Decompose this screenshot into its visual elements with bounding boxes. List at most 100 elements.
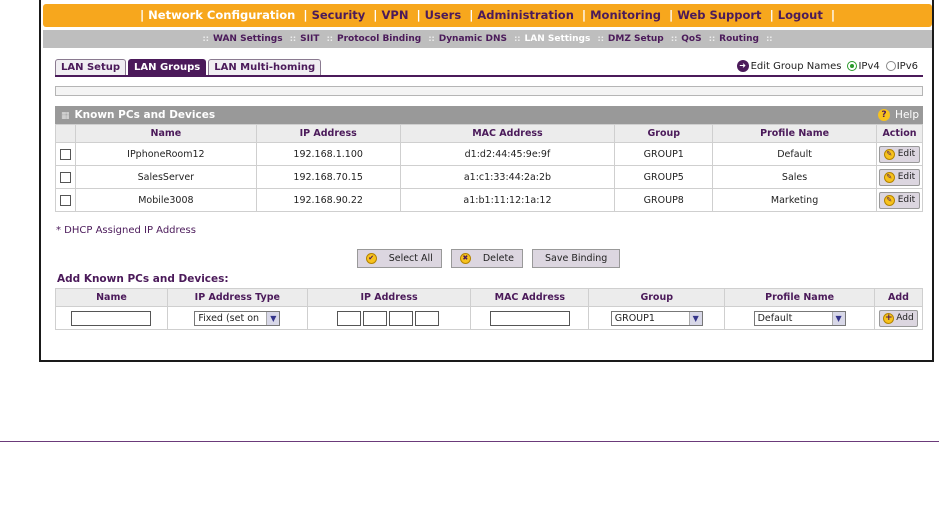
edit-label: Edit <box>897 195 916 205</box>
row-checkbox[interactable] <box>59 171 71 183</box>
add-button[interactable]: + Add <box>879 309 918 327</box>
arrow-right-icon[interactable]: ➜ <box>736 60 749 72</box>
delete-label: Delete <box>482 253 515 264</box>
name-input[interactable] <box>71 310 152 326</box>
add-device-table: Name IP Address Type IP Address MAC Addr… <box>55 288 923 330</box>
row-checkbox[interactable] <box>59 148 71 160</box>
nav-network-configuration[interactable]: Network Configuration <box>148 8 295 22</box>
save-binding-button[interactable]: Save Binding <box>532 249 621 268</box>
ipv6-radio[interactable] <box>885 61 896 71</box>
ip-type-select[interactable]: Fixed (set on ▼ <box>194 310 281 326</box>
check-icon: ✔ <box>365 253 377 264</box>
nav-monitoring[interactable]: Monitoring <box>590 8 661 22</box>
ipv6-label: IPv6 <box>896 60 918 72</box>
subnav-qos[interactable]: QoS <box>681 34 701 44</box>
ipv4-radio[interactable] <box>847 61 858 71</box>
tab-lan-groups[interactable]: LAN Groups <box>128 59 207 75</box>
delete-icon: ✖ <box>459 253 471 264</box>
device-profile: Marketing <box>712 188 877 212</box>
nav-security[interactable]: Security <box>312 8 366 22</box>
chevron-down-icon: ▼ <box>831 311 845 325</box>
group-select[interactable]: GROUP1 ▼ <box>610 310 703 326</box>
ip-octet-3-input[interactable] <box>389 310 414 326</box>
mac-address-input[interactable] <box>489 310 570 326</box>
column-header: Group <box>614 124 714 143</box>
edit-label: Edit <box>897 149 916 159</box>
nav-vpn[interactable]: VPN <box>382 8 409 22</box>
subnav-wan-settings[interactable]: WAN Settings <box>213 34 283 44</box>
nav-web-support[interactable]: Web Support <box>677 8 761 22</box>
device-group: GROUP1 <box>614 142 714 166</box>
nav-administration[interactable]: Administration <box>477 8 574 22</box>
add-device-row: Fixed (set on ▼ GROUP1 ▼ Default ▼ + Add <box>55 306 923 330</box>
device-mac: a1:b1:11:12:1a:12 <box>399 188 616 212</box>
delete-button[interactable]: ✖ Delete <box>450 249 524 268</box>
pencil-icon: ✎ <box>883 171 895 183</box>
help-link[interactable]: ? Help <box>878 106 919 124</box>
subnav-lan-settings[interactable]: LAN Settings <box>525 34 591 44</box>
column-header: Add <box>874 288 923 307</box>
column-header: Profile Name <box>724 288 875 307</box>
device-name: IPphoneRoom12 <box>74 142 257 166</box>
row-checkbox[interactable] <box>59 194 71 206</box>
edit-button[interactable]: ✎ Edit <box>878 145 921 163</box>
known-devices-header: ▦ Known PCs and Devices ? Help <box>55 106 923 124</box>
edit-button[interactable]: ✎ Edit <box>878 168 921 186</box>
device-ip: 192.168.90.22 <box>255 188 401 212</box>
device-profile: Sales <box>712 165 877 189</box>
ip-octet-2-input[interactable] <box>363 310 388 326</box>
subnav-protocol-binding[interactable]: Protocol Binding <box>337 34 421 44</box>
device-name: SalesServer <box>74 165 257 189</box>
view-options: ➜ Edit Group Names IPv4 IPv6 <box>736 60 918 72</box>
tab-lan-setup[interactable]: LAN Setup <box>55 59 127 75</box>
device-profile: Default <box>712 142 877 166</box>
dhcp-note: * DHCP Assigned IP Address <box>56 225 196 236</box>
pencil-icon: ✎ <box>883 148 895 160</box>
nav-users[interactable]: Users <box>425 8 462 22</box>
nav-logout[interactable]: Logout <box>778 8 823 22</box>
device-mac: d1:d2:44:45:9e:9f <box>399 142 616 166</box>
select-all-label: Select All <box>388 253 433 264</box>
subnav-dmz-setup[interactable]: DMZ Setup <box>608 34 664 44</box>
profile-value: Default <box>757 312 793 324</box>
grid-icon: ▦ <box>61 111 70 121</box>
add-devices-title: Add Known PCs and Devices: <box>57 273 229 285</box>
device-mac: a1:c1:33:44:2a:2b <box>399 165 616 189</box>
device-group: GROUP8 <box>614 188 714 212</box>
chevron-down-icon: ▼ <box>688 311 702 325</box>
tab-lan-multi-homing[interactable]: LAN Multi-homing <box>208 59 322 75</box>
table-row: Mobile3008 192.168.90.22 a1:b1:11:12:1a:… <box>55 188 924 212</box>
edit-button[interactable]: ✎ Edit <box>878 191 921 209</box>
ip-octet-1-input[interactable] <box>337 310 362 326</box>
known-devices-title: Known PCs and Devices <box>74 109 216 121</box>
column-header: IP Address <box>306 288 472 307</box>
save-binding-label: Save Binding <box>545 253 608 264</box>
device-name: Mobile3008 <box>74 188 257 212</box>
tab-bar: LAN Setup LAN Groups LAN Multi-homing <box>55 59 323 75</box>
column-header: Action <box>875 124 924 143</box>
edit-group-names-link[interactable]: Edit Group Names <box>751 61 842 72</box>
subnav-dynamic-dns[interactable]: Dynamic DNS <box>439 34 507 44</box>
select-all-button[interactable]: ✔ Select All <box>356 249 442 268</box>
chevron-down-icon: ▼ <box>266 311 280 325</box>
subnav-siit[interactable]: SIIT <box>300 34 319 44</box>
tab-underline <box>55 75 923 77</box>
table-header-row: Name IP Address MAC Address Group Profil… <box>55 124 924 143</box>
column-header: MAC Address <box>470 288 590 307</box>
table-header-row: Name IP Address Type IP Address MAC Addr… <box>55 288 923 307</box>
pencil-icon: ✎ <box>883 194 895 206</box>
action-buttons: ✔ Select All ✖ Delete Save Binding <box>41 249 936 268</box>
ip-type-value: Fixed (set on <box>198 312 260 324</box>
subnav-routing[interactable]: Routing <box>719 34 759 44</box>
column-header: Name <box>74 124 257 143</box>
device-ip: 192.168.1.100 <box>255 142 401 166</box>
sub-navigation: :: WAN Settings :: SIIT :: Protocol Binding… <box>43 30 932 48</box>
ip-octet-4-input[interactable] <box>415 310 440 326</box>
router-admin-panel: | Network Configuration | Security | VPN | U… <box>39 0 934 362</box>
group-value: GROUP1 <box>614 312 655 324</box>
help-label: Help <box>895 109 919 121</box>
column-header: IP Address <box>255 124 401 143</box>
ipv4-label: IPv4 <box>858 60 880 72</box>
profile-select[interactable]: Default ▼ <box>753 310 846 326</box>
status-bar <box>55 86 923 96</box>
